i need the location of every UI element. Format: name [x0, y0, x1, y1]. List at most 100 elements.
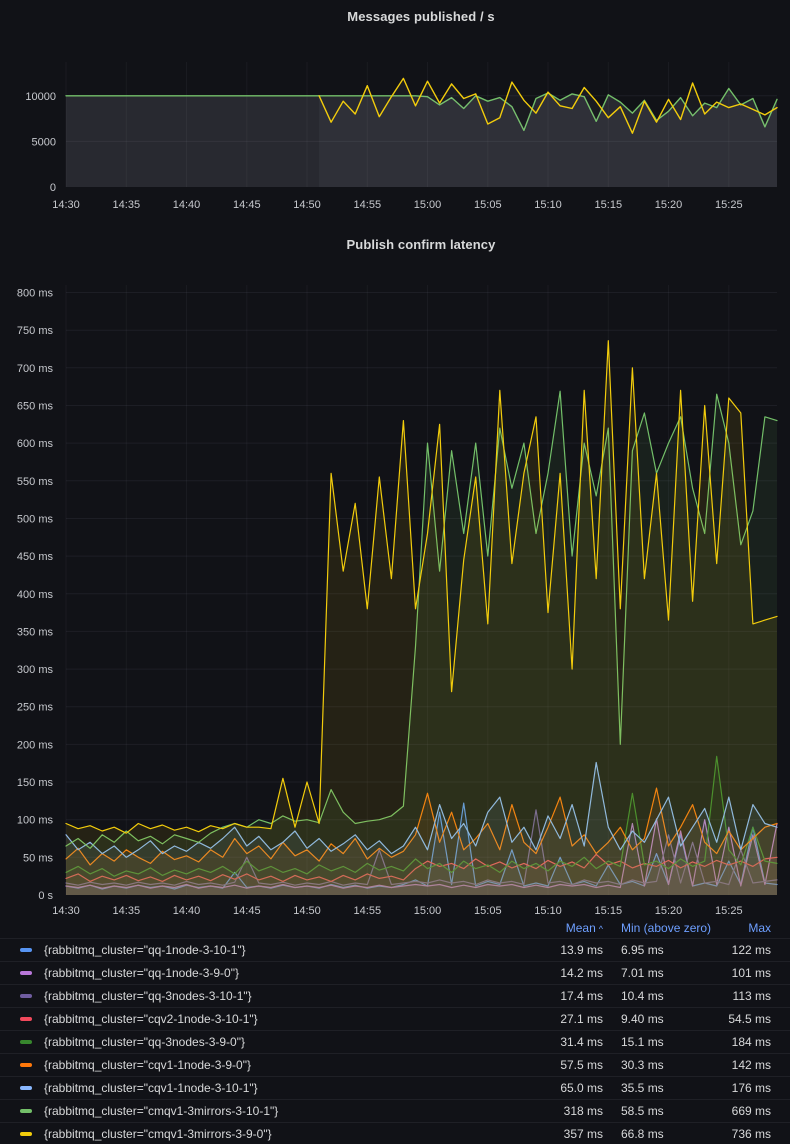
series-color-swatch — [20, 1063, 32, 1067]
stat-mean: 17.4 ms — [514, 989, 603, 1003]
stat-mean: 318 ms — [514, 1104, 603, 1118]
stat-min: 66.8 ms — [603, 1127, 713, 1141]
stat-mean: 31.4 ms — [514, 1035, 603, 1049]
stat-min: 58.5 ms — [603, 1104, 713, 1118]
y-tick-label: 10000 — [25, 91, 56, 103]
legend-header-max[interactable]: Max — [713, 921, 771, 935]
x-tick-label: 14:50 — [293, 905, 321, 917]
series-color-swatch — [20, 1040, 32, 1044]
x-tick-label: 15:00 — [414, 199, 442, 211]
x-tick-label: 14:45 — [233, 199, 261, 211]
legend-header-min[interactable]: Min (above zero) — [603, 921, 713, 935]
series-label[interactable]: {rabbitmq_cluster="cqv1-1node-3-9-0"} — [20, 1058, 514, 1072]
stat-min: 15.1 ms — [603, 1035, 713, 1049]
series-color-swatch — [20, 948, 32, 952]
legend-row[interactable]: {rabbitmq_cluster="qq-1node-3-9-0"} 14.2 … — [0, 961, 790, 984]
x-tick-label: 14:55 — [354, 199, 382, 211]
series-label-text: {rabbitmq_cluster="qq-3nodes-3-9-0"} — [44, 1035, 245, 1049]
stat-min: 9.40 ms — [603, 1012, 713, 1026]
series-label-text: {rabbitmq_cluster="cqv1-1node-3-10-1"} — [44, 1081, 258, 1095]
series-label-text: {rabbitmq_cluster="qq-1node-3-9-0"} — [44, 966, 239, 980]
stat-mean: 14.2 ms — [514, 966, 603, 980]
x-tick-label: 15:15 — [595, 905, 623, 917]
stat-mean: 13.9 ms — [514, 943, 603, 957]
stat-max: 101 ms — [713, 966, 771, 980]
x-tick-label: 15:10 — [534, 905, 562, 917]
stat-mean: 65.0 ms — [514, 1081, 603, 1095]
legend-header-mean[interactable]: Mean^ — [514, 921, 603, 935]
legend-row[interactable]: {rabbitmq_cluster="cqv1-1node-3-9-0"}57.… — [0, 1053, 790, 1076]
series-label-text: {rabbitmq_cluster="cqv2-1node-3-10-1"} — [44, 1012, 258, 1026]
legend-row[interactable]: {rabbitmq_cluster="cmqv1-3mirrors-3-10-1… — [0, 1099, 790, 1122]
series-label-text: {rabbitmq_cluster="qq-3nodes-3-10-1"} — [44, 989, 252, 1003]
series-color-swatch — [20, 994, 32, 998]
stat-min: 7.01 ms — [603, 966, 713, 980]
x-tick-label: 14:50 — [293, 199, 321, 211]
series-label[interactable]: {rabbitmq_cluster="qq-3nodes-3-10-1"} — [20, 989, 514, 1003]
series-label[interactable]: {rabbitmq_cluster="cqv1-1node-3-10-1"} — [20, 1081, 514, 1095]
x-tick-label: 14:40 — [173, 905, 201, 917]
x-tick-label: 15:20 — [655, 199, 683, 211]
series-color-swatch — [20, 1132, 32, 1136]
x-tick-label: 14:55 — [354, 905, 382, 917]
y-tick-label: 550 ms — [17, 476, 54, 488]
stat-max: 142 ms — [713, 1058, 771, 1072]
series-color-swatch — [20, 1109, 32, 1113]
series-label[interactable]: {rabbitmq_cluster="cmqv1-3mirrors-3-9-0"… — [20, 1127, 514, 1141]
series-fill-cmqv1-3mirrors-3-9-0 — [66, 341, 777, 895]
series-color-swatch — [20, 1017, 32, 1021]
series-label-text: {rabbitmq_cluster="cmqv1-3mirrors-3-9-0"… — [44, 1127, 272, 1141]
time-series-charts[interactable]: 0 5000 10000 14:30 14:35 14:40 14:45 14:50 14:55… — [0, 0, 790, 918]
series-color-swatch — [20, 1086, 32, 1090]
y-tick-label: 250 ms — [17, 702, 54, 714]
legend-table: Mean^ Min (above zero) Max {rabbitmq_clu… — [0, 918, 790, 1144]
legend-row[interactable]: {rabbitmq_cluster="qq-3nodes-3-10-1"} 17.… — [0, 984, 790, 1007]
stat-min: 35.5 ms — [603, 1081, 713, 1095]
y-tick-label: 150 ms — [17, 777, 54, 789]
series-label-text: {rabbitmq_cluster="qq-1node-3-10-1"} — [44, 943, 246, 957]
legend-row[interactable]: {rabbitmq_cluster="qq-1node-3-10-1"} 13.9… — [0, 938, 790, 961]
y-tick-label: 600 ms — [17, 438, 54, 450]
y-tick-label: 400 ms — [17, 589, 54, 601]
x-tick-label: 15:05 — [474, 905, 502, 917]
x-tick-label: 14:30 — [52, 199, 80, 211]
y-tick-label: 800 ms — [17, 288, 54, 300]
grafana-dashboard: Messages published / s Publish confirm l… — [0, 0, 790, 1144]
x-tick-label: 15:20 — [655, 905, 683, 917]
y-tick-label: 750 ms — [17, 325, 54, 337]
stat-max: 122 ms — [713, 943, 771, 957]
y-tick-label: 5000 — [32, 136, 56, 148]
x-tick-label: 14:30 — [52, 905, 80, 917]
y-tick-label: 500 ms — [17, 514, 54, 526]
stat-mean: 357 ms — [514, 1127, 603, 1141]
stat-max: 113 ms — [713, 989, 771, 1003]
stat-max: 184 ms — [713, 1035, 771, 1049]
series-label[interactable]: {rabbitmq_cluster="qq-1node-3-9-0"} — [20, 966, 514, 980]
series-color-swatch — [20, 971, 32, 975]
y-tick-label: 350 ms — [17, 626, 54, 638]
y-tick-label: 0 s — [38, 890, 53, 902]
series-label[interactable]: {rabbitmq_cluster="qq-1node-3-10-1"} — [20, 943, 514, 957]
series-label[interactable]: {rabbitmq_cluster="qq-3nodes-3-9-0"} — [20, 1035, 514, 1049]
y-tick-label: 300 ms — [17, 664, 54, 676]
legend-row[interactable]: {rabbitmq_cluster="cqv1-1node-3-10-1"} 65… — [0, 1076, 790, 1099]
series-label[interactable]: {rabbitmq_cluster="cqv2-1node-3-10-1"} — [20, 1012, 514, 1026]
legend-header-row: Mean^ Min (above zero) Max — [0, 918, 790, 938]
x-tick-label: 14:35 — [113, 199, 141, 211]
stat-min: 30.3 ms — [603, 1058, 713, 1072]
stat-max: 176 ms — [713, 1081, 771, 1095]
legend-row[interactable]: {rabbitmq_cluster="cmqv1-3mirrors-3-9-0"… — [0, 1122, 790, 1144]
series-label[interactable]: {rabbitmq_cluster="cmqv1-3mirrors-3-10-1… — [20, 1104, 514, 1118]
y-tick-label: 50 ms — [23, 852, 53, 864]
x-tick-label: 14:45 — [233, 905, 261, 917]
y-tick-label: 0 — [50, 182, 56, 194]
legend-row[interactable]: {rabbitmq_cluster="cqv2-1node-3-10-1"}27… — [0, 1007, 790, 1030]
legend-row[interactable]: {rabbitmq_cluster="qq-3nodes-3-9-0"} 31.4… — [0, 1030, 790, 1053]
x-tick-label: 15:25 — [715, 199, 743, 211]
x-tick-label: 14:40 — [173, 199, 201, 211]
x-tick-label: 14:35 — [113, 905, 141, 917]
y-tick-label: 200 ms — [17, 739, 54, 751]
y-tick-label: 100 ms — [17, 815, 54, 827]
stat-min: 6.95 ms — [603, 943, 713, 957]
y-tick-label: 650 ms — [17, 401, 54, 413]
